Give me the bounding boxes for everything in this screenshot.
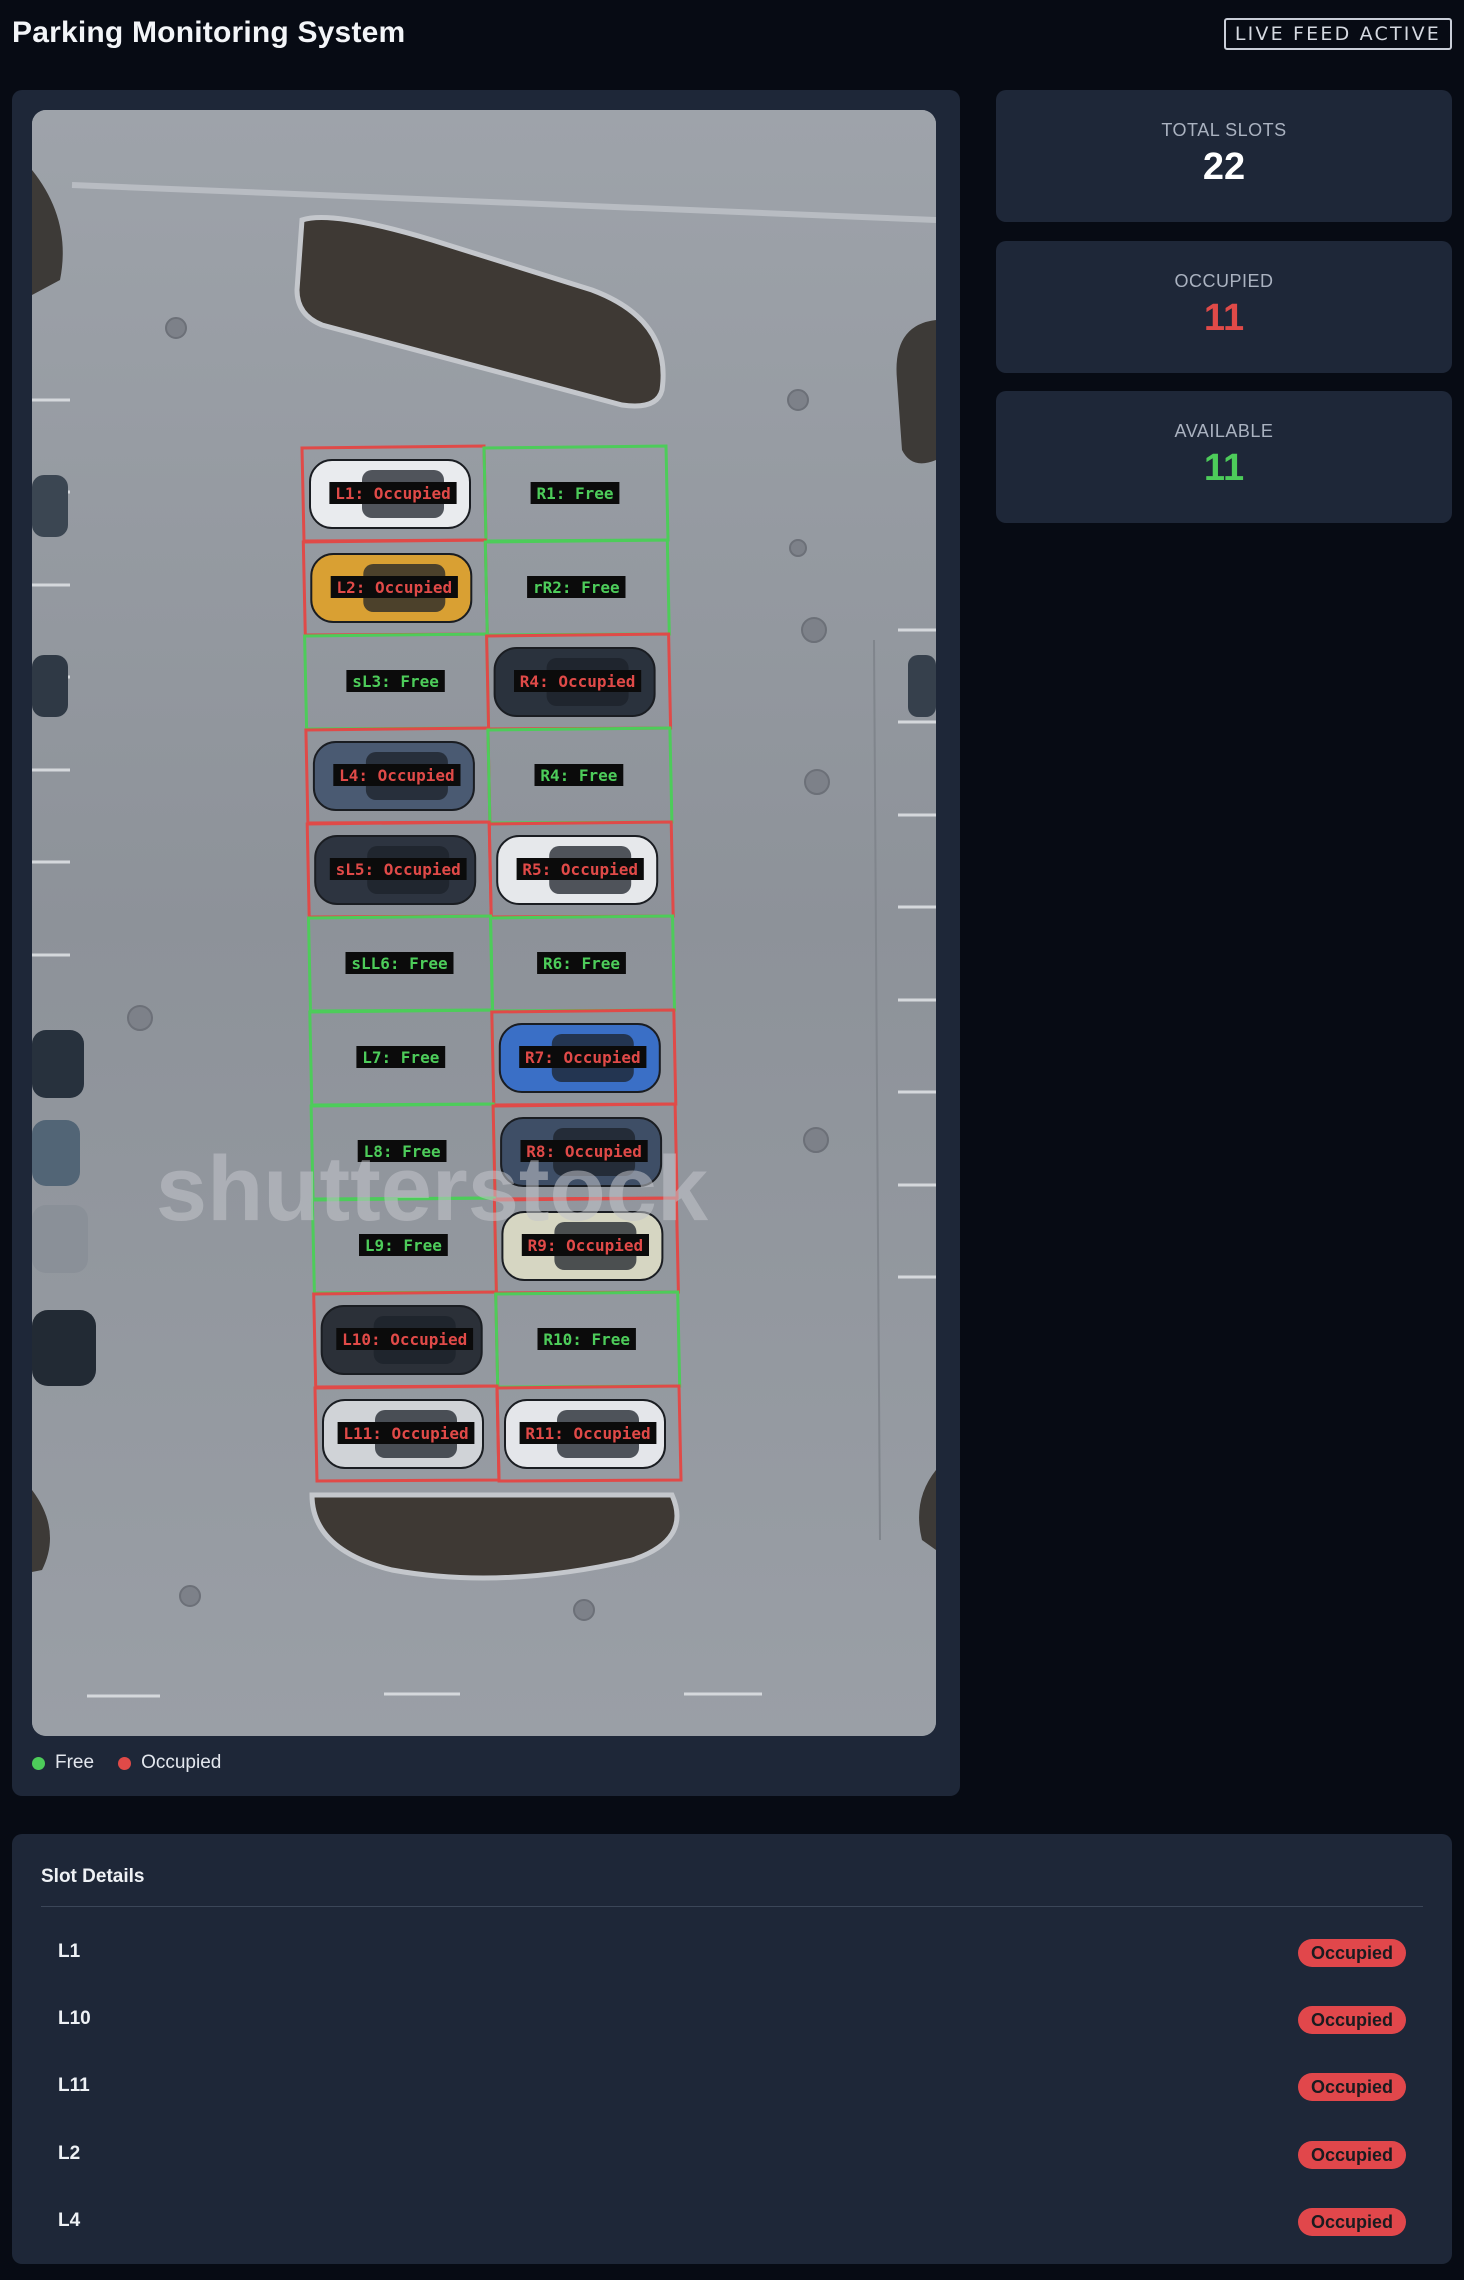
slot-details-divider <box>41 1906 1423 1907</box>
slot-name: L2 <box>58 2143 81 2164</box>
legend-item-free: Free <box>32 1752 94 1774</box>
header: Parking Monitoring System LIVE FEED ACTI… <box>12 14 1452 54</box>
legend-occupied-label: Occupied <box>141 1752 222 1773</box>
slot-status-label: rR2: Free <box>533 578 620 597</box>
slot-name: L4 <box>58 2210 81 2231</box>
slot-status-label: R11: Occupied <box>525 1424 650 1443</box>
legend-free-label: Free <box>55 1752 95 1773</box>
slot-status-label: R4: Free <box>540 766 617 785</box>
legend-item-occupied: Occupied <box>118 1752 221 1774</box>
slot-status-label: R6: Free <box>543 954 620 973</box>
slot-row[interactable]: L4 Occupied <box>41 2192 1423 2252</box>
slot-status-label: sLL6: Free <box>351 954 447 973</box>
slot-status-label: L4: Occupied <box>339 766 455 785</box>
slot-status-label: L10: Occupied <box>342 1330 467 1349</box>
slot-status-label: L2: Occupied <box>337 578 453 597</box>
available-slots-card: AVAILABLE 11 <box>996 391 1452 523</box>
slot-status-label: sL3: Free <box>352 672 439 691</box>
status-badge: Occupied <box>1297 2141 1406 2169</box>
camera-feed-panel: L1: Occupied R1: Free L2: Occupied rR2: Fre… <box>12 90 960 1796</box>
parking-lot-overlay: L1: Occupied R1: Free L2: Occupied rR2: Fre… <box>32 110 936 1736</box>
slot-status-label: L7: Free <box>362 1048 439 1067</box>
status-badge: Occupied <box>1297 2208 1406 2236</box>
available-slots-value: 11 <box>1203 447 1245 489</box>
slot-status-label: R5: Occupied <box>522 860 638 879</box>
total-slots-label: TOTAL SLOTS <box>1161 120 1287 140</box>
status-badge: Occupied <box>1297 1939 1406 1967</box>
slot-row[interactable]: L11 Occupied <box>41 2057 1423 2117</box>
slot-name: L1 <box>58 1941 81 1962</box>
slot-name: L10 <box>58 2008 91 2029</box>
watermark-text: shutterstock <box>156 1138 709 1240</box>
total-slots-card: TOTAL SLOTS 22 <box>996 90 1452 222</box>
available-slots-label: AVAILABLE <box>1174 421 1274 441</box>
occupied-dot-icon <box>118 1756 132 1770</box>
occupied-slots-label: OCCUPIED <box>1174 271 1274 291</box>
slot-status-label: R4: Occupied <box>520 672 636 691</box>
slot-status-label: R10: Free <box>543 1330 630 1349</box>
free-dot-icon <box>32 1756 45 1770</box>
slot-row[interactable]: L2 Occupied <box>41 2125 1423 2185</box>
page-title: Parking Monitoring System <box>12 16 406 49</box>
slot-name: L11 <box>58 2075 90 2096</box>
slot-status-label: L1: Occupied <box>335 484 451 503</box>
camera-feed-image: L1: Occupied R1: Free L2: Occupied rR2: Fre… <box>32 110 936 1736</box>
slot-row[interactable]: L10 Occupied <box>41 1990 1423 2050</box>
slot-status-label: L11: Occupied <box>343 1424 468 1443</box>
slot-status-label: R7: Occupied <box>525 1048 641 1067</box>
occupied-slots-card: OCCUPIED 11 <box>996 241 1452 373</box>
total-slots-value: 22 <box>1202 146 1246 188</box>
status-badge: Occupied <box>1297 2073 1406 2101</box>
feed-legend: Free Occupied <box>32 1750 221 1776</box>
slot-status-label: R1: Free <box>536 484 613 503</box>
slot-row[interactable]: L1 Occupied <box>41 1923 1423 1983</box>
live-feed-badge: LIVE FEED ACTIVE <box>1223 18 1452 50</box>
status-badge: Occupied <box>1297 2006 1406 2034</box>
slot-details-panel: Slot Details L1 Occupied L10 Occupied L1… <box>12 1834 1452 2264</box>
slot-status-label: sL5: Occupied <box>336 860 461 879</box>
slot-details-title: Slot Details <box>41 1866 145 1887</box>
occupied-slots-value: 11 <box>1203 297 1245 339</box>
